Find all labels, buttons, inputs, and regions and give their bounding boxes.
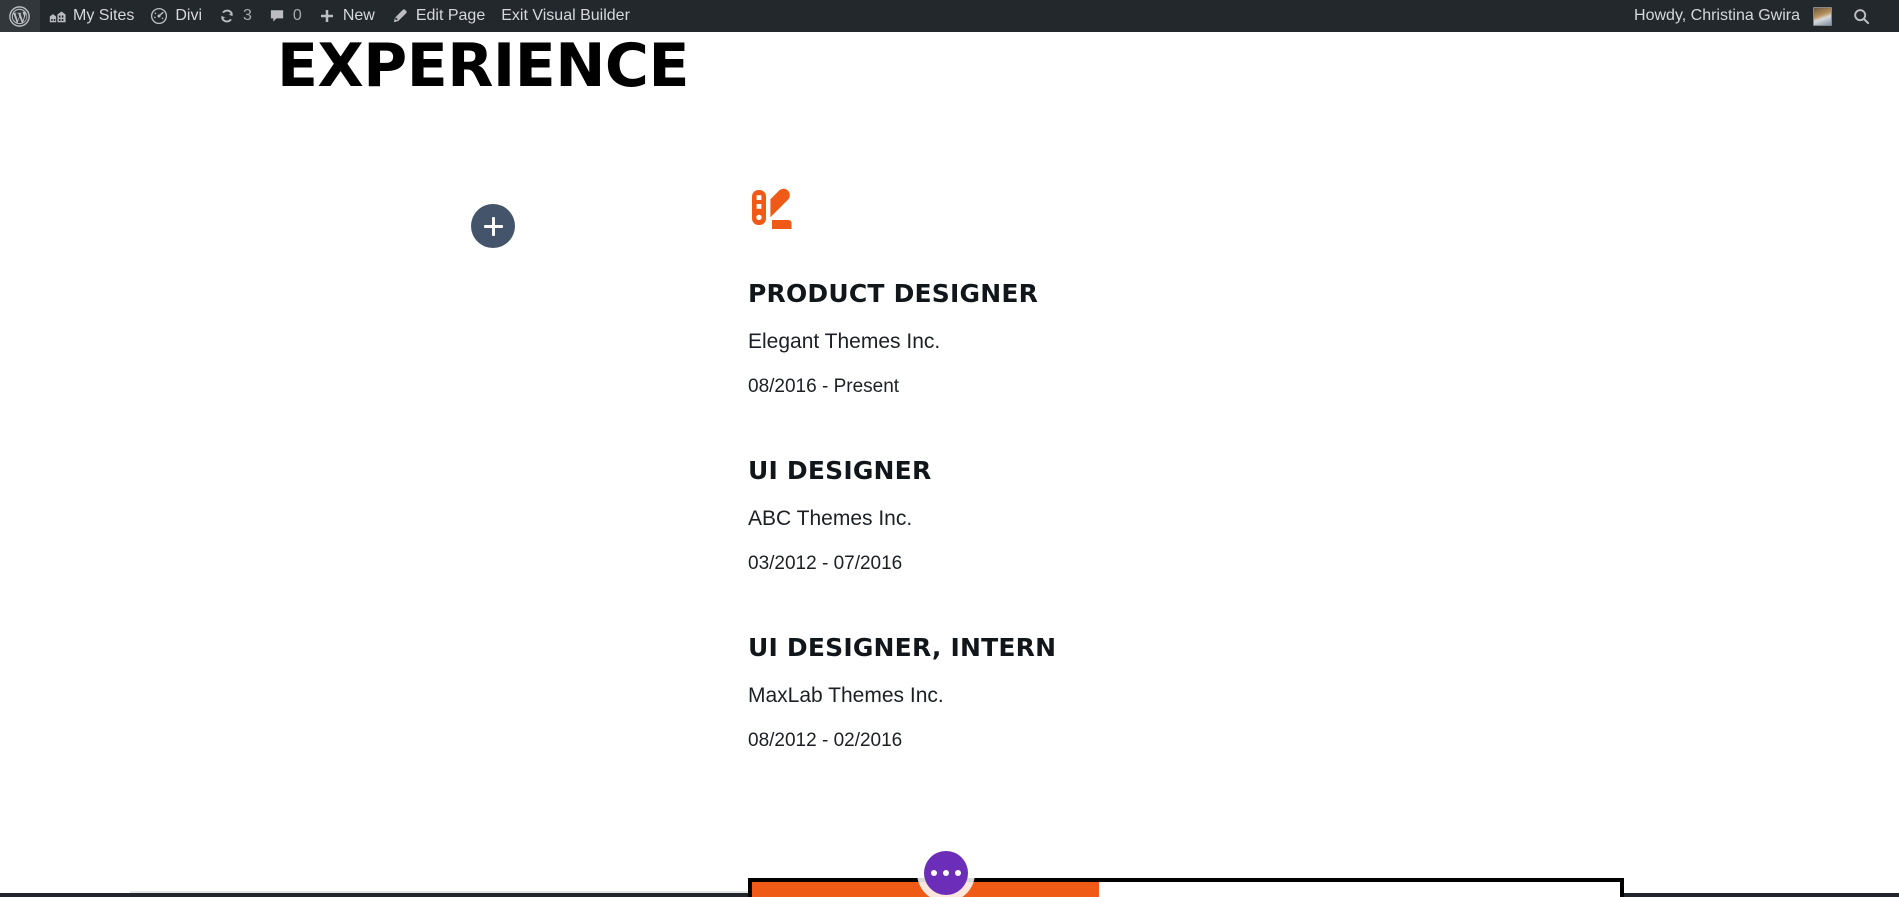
- wordpress-logo-button[interactable]: [0, 0, 40, 32]
- buildings-icon: [48, 7, 66, 25]
- job-dates: 08/2016 - Present: [748, 376, 900, 397]
- search-icon: [1852, 7, 1871, 26]
- section-settings-button[interactable]: [924, 851, 968, 895]
- job-dates: 08/2012 - 02/2016: [748, 730, 903, 751]
- experience-entry: UI DESIGNER ABC Themes Inc. 03/2012 - 07…: [748, 456, 1308, 575]
- admin-bar-item-my-sites[interactable]: My Sites: [40, 0, 142, 32]
- admin-bar-updates-count: 3: [243, 7, 252, 24]
- divi-speedometer-icon: [150, 7, 168, 25]
- admin-bar-label-exit-visual-builder: Exit Visual Builder: [501, 7, 630, 24]
- admin-bar-label-edit-page: Edit Page: [415, 7, 486, 24]
- page-title: EXPERIENCE: [277, 32, 689, 101]
- progress-bar-fill: [752, 882, 1100, 897]
- admin-bar-label-divi: Divi: [175, 7, 203, 24]
- resume-experience-column: PRODUCT DESIGNER Elegant Themes Inc. 08/…: [748, 187, 1308, 752]
- plus-icon: [318, 7, 336, 25]
- admin-bar-item-comments[interactable]: 0: [260, 0, 310, 32]
- experience-entry: PRODUCT DESIGNER Elegant Themes Inc. 08/…: [748, 279, 1308, 398]
- admin-bar-comments-count: 0: [292, 7, 302, 24]
- admin-bar-item-new[interactable]: New: [310, 0, 383, 32]
- job-company: ABC Themes Inc.: [748, 507, 913, 530]
- ellipsis-dot: [943, 870, 949, 876]
- admin-bar-search-button[interactable]: [1840, 0, 1885, 32]
- ellipsis-dot: [931, 870, 937, 876]
- admin-bar-howdy-label: Howdy, Christina Gwira: [1634, 7, 1800, 24]
- wp-admin-bar: My Sites Divi 3 0 New Edit Page Exit Vis…: [0, 0, 1899, 32]
- visual-builder-canvas: EXPERIENCE PRODUCT DESIGNER Elegant Them…: [0, 32, 1899, 897]
- wordpress-logo-icon: [9, 5, 30, 27]
- job-dates: 03/2012 - 07/2016: [748, 553, 903, 574]
- job-company: Elegant Themes Inc.: [748, 330, 941, 353]
- admin-bar-account-menu[interactable]: Howdy, Christina Gwira: [1626, 0, 1840, 32]
- comment-bubble-icon: [268, 7, 286, 25]
- color-swatch-palette-icon: [748, 187, 794, 233]
- admin-bar-item-edit-page[interactable]: Edit Page: [383, 0, 493, 32]
- job-company: MaxLab Themes Inc.: [748, 684, 944, 707]
- avatar: [1813, 6, 1832, 26]
- admin-bar-item-divi[interactable]: Divi: [142, 0, 210, 32]
- updates-arrows-icon: [218, 7, 236, 25]
- plus-icon-vertical: [491, 216, 495, 236]
- pencil-icon: [391, 7, 409, 25]
- admin-bar-item-exit-visual-builder[interactable]: Exit Visual Builder: [493, 0, 638, 32]
- add-module-button[interactable]: [471, 204, 515, 248]
- ellipsis-dot: [955, 870, 961, 876]
- admin-bar-right-group: Howdy, Christina Gwira: [1626, 0, 1899, 32]
- job-title: UI DESIGNER, INTERN: [748, 633, 1057, 662]
- job-title: PRODUCT DESIGNER: [748, 279, 1039, 308]
- experience-entry: UI DESIGNER, INTERN MaxLab Themes Inc. 0…: [748, 633, 1308, 752]
- progress-bar: [748, 878, 1624, 897]
- admin-bar-left-group: My Sites Divi 3 0 New Edit Page Exit Vis…: [0, 0, 638, 32]
- job-title: UI DESIGNER: [748, 456, 932, 485]
- admin-bar-label-my-sites: My Sites: [73, 7, 135, 24]
- admin-bar-label-new: New: [342, 7, 375, 24]
- admin-bar-item-updates[interactable]: 3: [210, 0, 260, 32]
- progress-bar-track: [748, 878, 1624, 897]
